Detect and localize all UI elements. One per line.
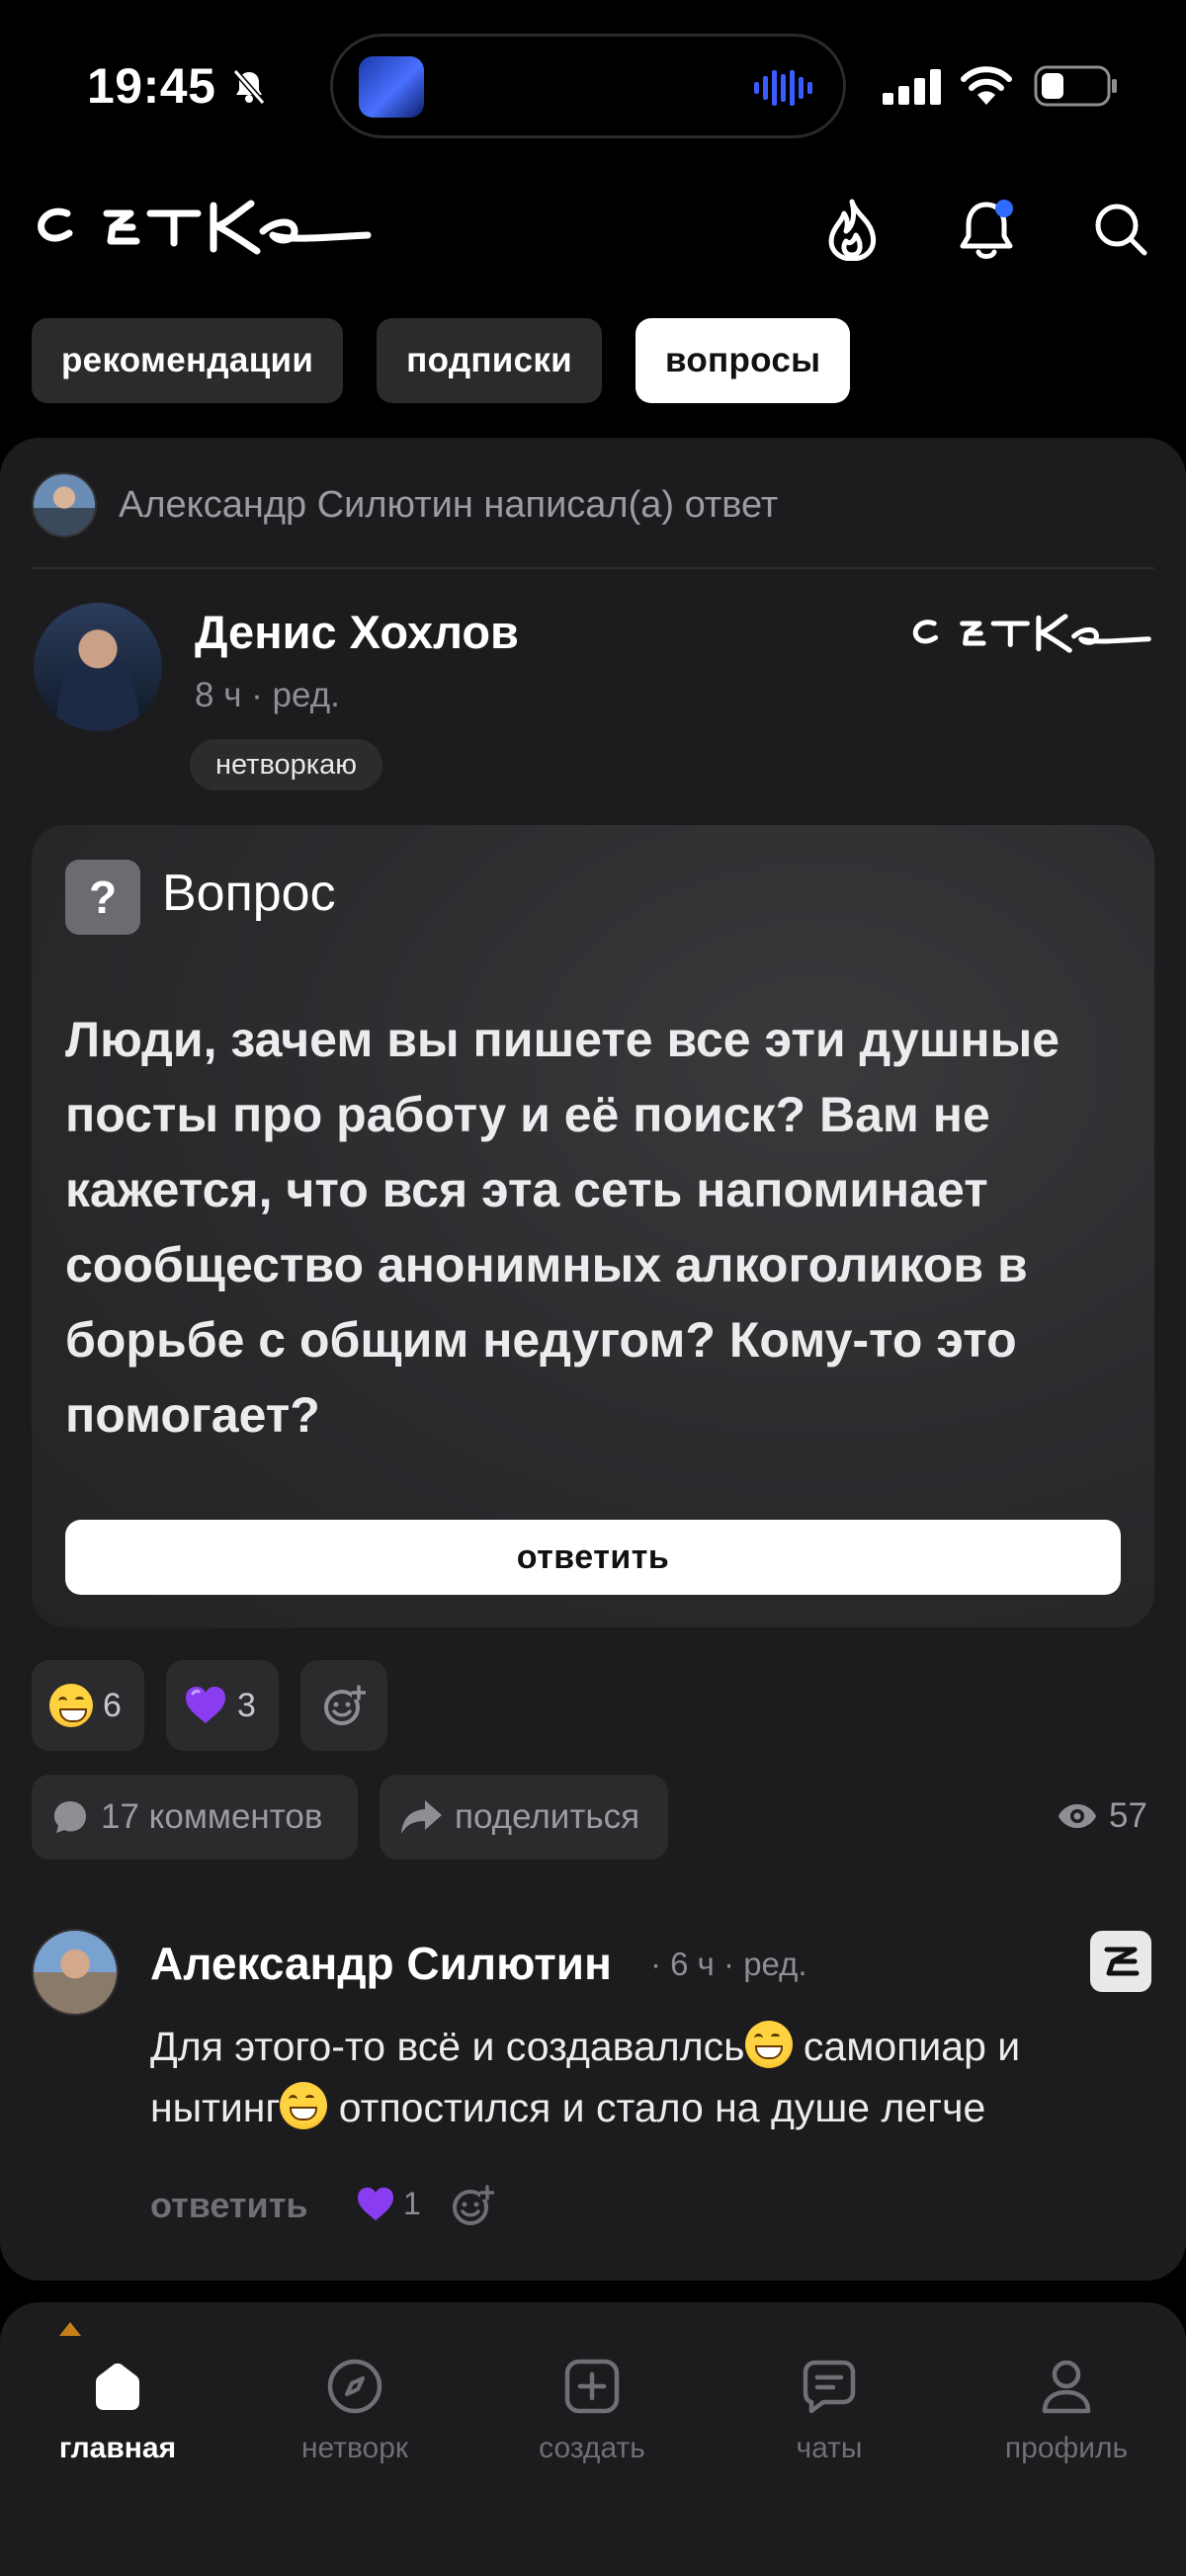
activity-header[interactable]: Александр Силютин написал(а) ответ	[32, 472, 778, 538]
app-logo-small	[907, 611, 1154, 661]
divider	[32, 567, 1154, 569]
reaction-grinning[interactable]: 6	[32, 1660, 144, 1751]
avatar	[32, 472, 97, 538]
comment-icon	[54, 1801, 86, 1833]
reaction-count: 3	[237, 1686, 256, 1724]
add-reaction-button[interactable]	[451, 2184, 495, 2232]
nav-chats[interactable]: чаты	[730, 2357, 928, 2465]
reaction-count: 6	[103, 1686, 122, 1724]
comment-meta: · 6 ч · ред.	[650, 1946, 807, 1982]
nav-label: главная	[58, 2432, 177, 2464]
feed-tabs: рекомендации подписки вопросы	[32, 318, 851, 403]
nav-profile[interactable]: профиль	[968, 2357, 1165, 2465]
status-time: 19:45	[87, 58, 216, 114]
nav-label: профиль	[1004, 2432, 1129, 2464]
comment-reaction-heart[interactable]: 1	[356, 2186, 421, 2222]
question-text: Люди, зачем вы пишете все эти душные пос…	[65, 1012, 1060, 1443]
views-counter: 57	[1058, 1796, 1147, 1836]
heart-count: 1	[403, 2186, 421, 2221]
question-label: Вопрос	[162, 865, 336, 922]
chat-icon	[803, 2360, 856, 2414]
add-reaction-icon	[324, 1685, 366, 1725]
reaction-heart[interactable]: 3	[166, 1660, 279, 1751]
author-avatar[interactable]	[34, 603, 162, 731]
flame-icon[interactable]	[812, 190, 891, 269]
search-icon[interactable]	[1081, 190, 1160, 269]
author-name[interactable]: Денис Хохлов	[195, 605, 519, 659]
post-meta: 8 ч · ред.	[195, 676, 340, 714]
profile-icon	[1042, 2360, 1091, 2414]
share-button[interactable]: поделиться	[380, 1775, 668, 1860]
question-icon: ?	[65, 860, 140, 935]
commenter-name[interactable]: Александр Силютин	[150, 1937, 612, 1990]
nav-label: нетворк	[300, 2432, 409, 2464]
reply-button[interactable]: ответить	[150, 2185, 307, 2226]
eye-icon	[1059, 1804, 1096, 1828]
share-icon	[401, 1800, 442, 1834]
wifi-icon	[959, 63, 1014, 110]
activity-text: Александр Силютин написал(а) ответ	[119, 483, 779, 526]
next-post-peek	[59, 2322, 81, 2336]
comments-button[interactable]: 17 комментов	[32, 1775, 358, 1860]
audio-wave-icon	[754, 68, 815, 113]
add-reaction-icon	[453, 2185, 495, 2225]
views-count: 57	[1109, 1796, 1147, 1835]
notification-dot	[995, 200, 1013, 217]
home-icon	[96, 2363, 139, 2410]
grinning-face-icon	[280, 2082, 328, 2129]
purple-heart-icon	[186, 1687, 225, 1723]
nav-create[interactable]: создать	[493, 2357, 691, 2465]
nav-home[interactable]: главная	[19, 2357, 216, 2465]
plus-square-icon	[564, 2359, 620, 2414]
grinning-face-icon	[49, 1684, 93, 1727]
status-bar: 19:45	[0, 0, 1186, 168]
app-badge-icon	[1090, 1931, 1151, 1992]
nav-label: чаты	[796, 2432, 863, 2464]
compass-icon	[327, 2359, 382, 2414]
nav-label: создать	[539, 2432, 645, 2464]
commenter-avatar[interactable]	[32, 1929, 119, 2016]
bell-slash-icon	[229, 67, 269, 112]
dynamic-island[interactable]	[330, 34, 846, 138]
purple-heart-icon	[358, 2187, 393, 2220]
grinning-face-icon	[744, 2021, 793, 2068]
signal-icon	[883, 69, 944, 110]
battery-icon	[1034, 65, 1119, 112]
nav-network[interactable]: нетворк	[256, 2357, 454, 2465]
app-logo[interactable]	[30, 196, 376, 264]
tab-subscriptions[interactable]: подписки	[377, 318, 602, 403]
comment-text: Для этого-то всё и создаваллсь самопиар …	[150, 2016, 1139, 2138]
status-badge: нетворкаю	[190, 739, 383, 790]
answer-button[interactable]: ответить	[65, 1520, 1121, 1595]
tab-recommendations[interactable]: рекомендации	[32, 318, 344, 403]
media-thumbnail	[359, 56, 424, 118]
tab-questions[interactable]: вопросы	[635, 318, 851, 403]
add-reaction-button[interactable]	[300, 1660, 387, 1751]
comments-label: 17 комментов	[101, 1797, 323, 1836]
bell-icon[interactable]	[947, 190, 1026, 269]
share-label: поделиться	[455, 1797, 640, 1836]
